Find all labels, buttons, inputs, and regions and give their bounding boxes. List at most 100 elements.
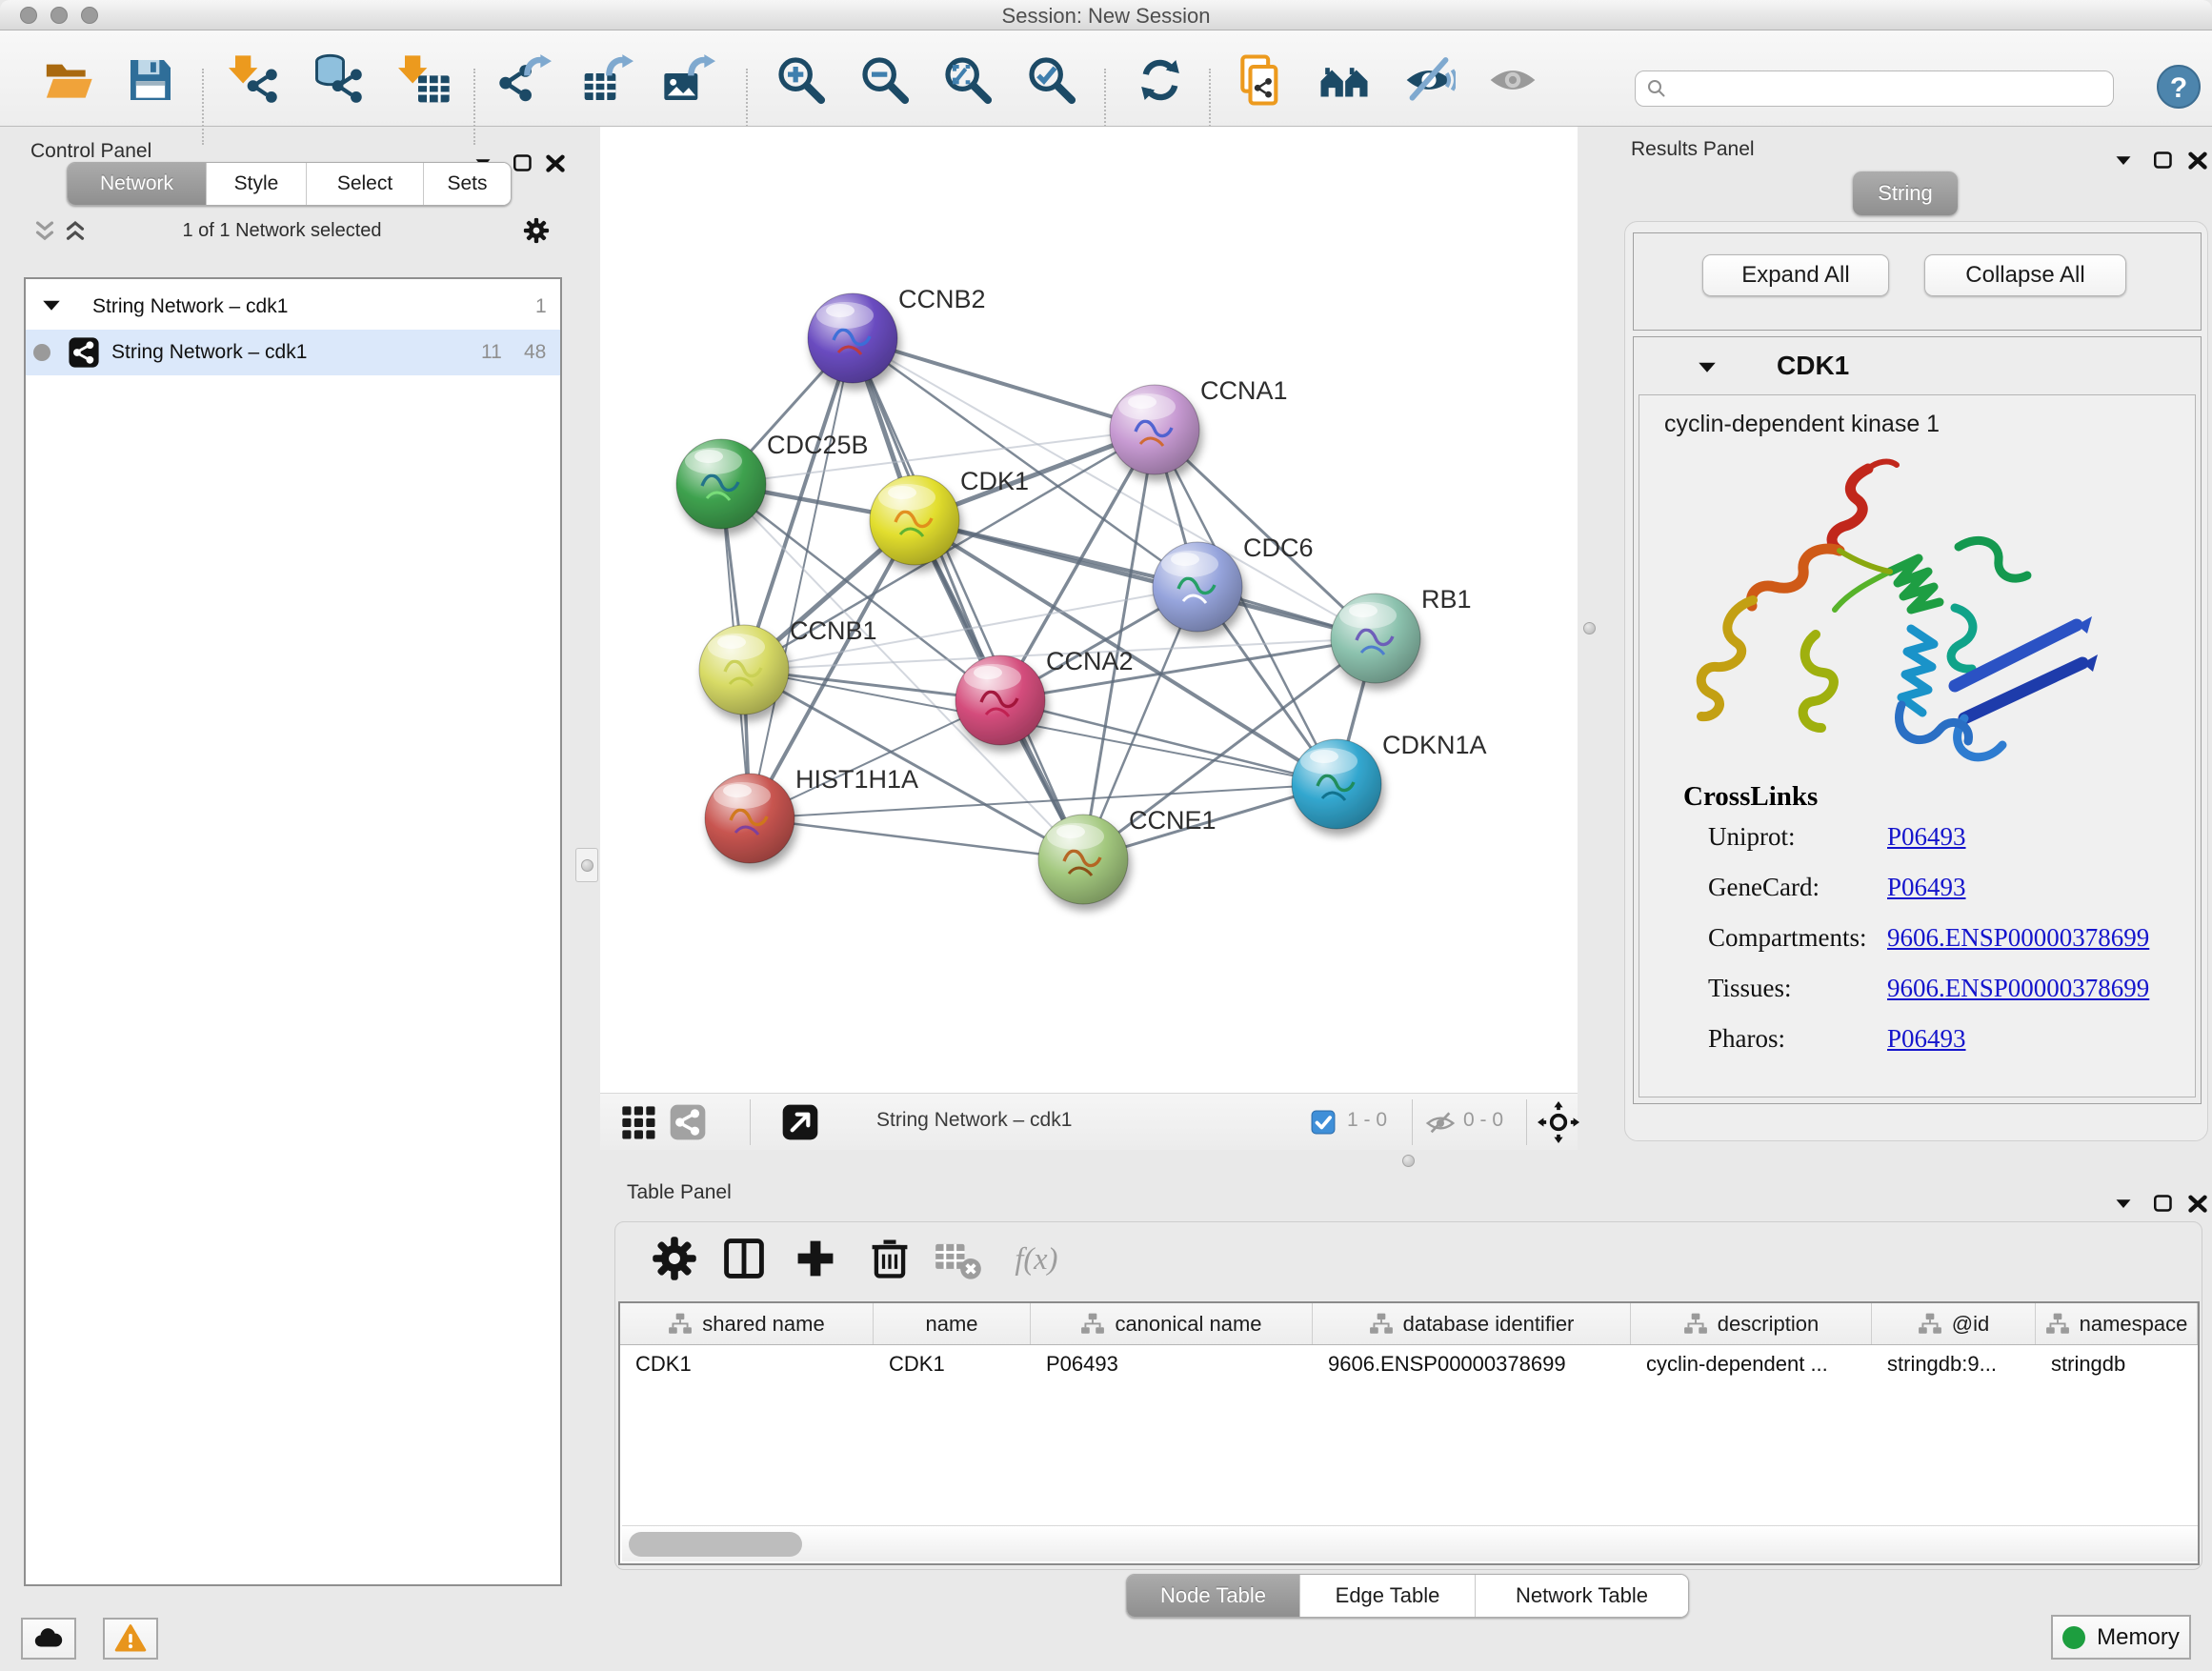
toolbar-button-zoom-selected[interactable] bbox=[1025, 53, 1078, 107]
table-toolbar-table-delete-gray-button[interactable] bbox=[934, 1234, 983, 1283]
toolbar-button-export-table[interactable] bbox=[580, 53, 633, 107]
fit-selection-crosshair-icon[interactable] bbox=[1538, 1101, 1579, 1143]
column-header-canonical-name[interactable]: canonical name bbox=[1031, 1303, 1313, 1344]
table-horizontal-scrollbar[interactable] bbox=[622, 1525, 2200, 1561]
table-row[interactable]: CDK1CDK1P064939606.ENSP00000378699cyclin… bbox=[620, 1345, 2200, 1383]
column-header-description[interactable]: description bbox=[1631, 1303, 1872, 1344]
toolbar-button-export-network[interactable] bbox=[498, 53, 552, 107]
toolbar-button-copy-style[interactable] bbox=[1234, 53, 1287, 107]
network-node-CCNE1[interactable]: CCNE1 bbox=[1038, 806, 1217, 904]
toolbar-button-hide-selected[interactable] bbox=[1402, 53, 1456, 107]
network-edge-CCNB2-CCNA1[interactable] bbox=[853, 338, 1155, 430]
network-node-CDC25B[interactable]: CDC25B bbox=[676, 431, 869, 529]
results-panel-close-icon[interactable] bbox=[2183, 146, 2212, 174]
left-splitter-handle[interactable] bbox=[575, 848, 598, 882]
table-cell[interactable]: CDK1 bbox=[620, 1345, 874, 1383]
tab-style[interactable]: Style bbox=[207, 163, 307, 205]
tab-select[interactable]: Select bbox=[307, 163, 424, 205]
tab-sets[interactable]: Sets bbox=[424, 163, 511, 205]
warning-status-button[interactable] bbox=[103, 1618, 158, 1660]
node-results-box: CDK1 cyclin-dependent kinase 1 bbox=[1633, 336, 2202, 1104]
table-panel-menu-caret-icon[interactable] bbox=[2109, 1189, 2138, 1218]
network-node-CCNA1[interactable]: CCNA1 bbox=[1110, 376, 1288, 474]
control-panel-title: Control Panel bbox=[30, 140, 151, 163]
network-node-RB1[interactable]: RB1 bbox=[1331, 585, 1472, 683]
birdseye-view-icon[interactable] bbox=[781, 1103, 819, 1141]
table-cell[interactable]: CDK1 bbox=[874, 1345, 1031, 1383]
network-canvas[interactable]: CCNB2 CCNA1 CDC25B CDK1 bbox=[600, 127, 1578, 1093]
tab-network-table[interactable]: Network Table bbox=[1476, 1575, 1688, 1617]
table-toolbar-plus-button[interactable] bbox=[791, 1234, 840, 1283]
column-header--id[interactable]: @id bbox=[1872, 1303, 2036, 1344]
warning-icon bbox=[114, 1622, 147, 1655]
control-panel-close-icon[interactable] bbox=[541, 149, 570, 177]
toolbar-button-zoom-fit[interactable] bbox=[941, 53, 995, 107]
toolbar-button-save-session[interactable] bbox=[124, 53, 177, 107]
control-panel-float-icon[interactable] bbox=[509, 149, 537, 177]
right-splitter-handle[interactable] bbox=[1583, 622, 1596, 634]
table-cell[interactable]: cyclin-dependent ... bbox=[1631, 1345, 1872, 1383]
tab-edge-table[interactable]: Edge Table bbox=[1300, 1575, 1476, 1617]
grid-view-icon[interactable] bbox=[619, 1103, 657, 1141]
results-panel-menu-caret-icon[interactable] bbox=[2109, 146, 2138, 174]
toolbar-button-zoom-out[interactable] bbox=[858, 53, 912, 107]
cloud-status-button[interactable] bbox=[21, 1618, 76, 1660]
memory-button[interactable]: Memory bbox=[2051, 1615, 2191, 1660]
network-column-icon bbox=[1080, 1312, 1105, 1337]
section-collapse-caret-icon[interactable] bbox=[1693, 354, 1721, 383]
table-toolbar-gear-black-button[interactable] bbox=[650, 1234, 699, 1283]
tab-network[interactable]: Network bbox=[68, 163, 207, 205]
tab-string[interactable]: String bbox=[1853, 171, 1958, 215]
column-header-database-identifier[interactable]: database identifier bbox=[1313, 1303, 1631, 1344]
toolbar-button-import-network-database[interactable] bbox=[313, 53, 367, 107]
crosslink-link[interactable]: P06493 bbox=[1887, 1024, 1966, 1054]
network-tree-root-row[interactable]: String Network – cdk1 1 bbox=[26, 284, 560, 330]
table-toolbar-fx-button[interactable]: f(x) bbox=[1011, 1234, 1060, 1283]
column-header-shared-name[interactable]: shared name bbox=[620, 1303, 874, 1344]
table-cell[interactable]: stringdb:9... bbox=[1872, 1345, 2036, 1383]
toolbar-button-zoom-in[interactable] bbox=[774, 53, 828, 107]
toolbar-button-show-all[interactable] bbox=[1486, 53, 1539, 107]
toolbar-button-import-table-file[interactable] bbox=[398, 53, 452, 107]
network-edge-HIST1H1A-CCNE1[interactable] bbox=[750, 818, 1083, 859]
share-view-icon[interactable] bbox=[669, 1103, 707, 1141]
network-node-CCNA2[interactable]: CCNA2 bbox=[955, 647, 1134, 745]
tree-expand-caret-icon[interactable] bbox=[37, 292, 66, 321]
toolbar-button-open-file[interactable] bbox=[41, 53, 94, 107]
table-toolbar-trash-button[interactable] bbox=[865, 1234, 915, 1283]
toolbar-button-first-neighbors[interactable] bbox=[1317, 53, 1371, 107]
horizontal-splitter-handle[interactable] bbox=[1402, 1155, 1415, 1167]
selected-checkbox-icon[interactable] bbox=[1311, 1110, 1336, 1135]
table-panel-close-icon[interactable] bbox=[2183, 1189, 2212, 1218]
column-header-name[interactable]: name bbox=[874, 1303, 1031, 1344]
network-options-gear-icon[interactable] bbox=[522, 216, 551, 245]
expand-all-button[interactable]: Expand All bbox=[1702, 254, 1889, 296]
network-edge-CCNB2-HIST1H1A[interactable] bbox=[750, 338, 853, 818]
results-panel-float-icon[interactable] bbox=[2149, 146, 2178, 174]
search-input[interactable] bbox=[1635, 70, 2114, 107]
crosslink-link[interactable]: P06493 bbox=[1887, 873, 1966, 902]
column-header-namespace[interactable]: namespace bbox=[2036, 1303, 2198, 1344]
table-cell[interactable]: P06493 bbox=[1031, 1345, 1313, 1383]
node-label-CCNE1: CCNE1 bbox=[1129, 806, 1217, 835]
results-panel: Results Panel String Expand All Collapse… bbox=[1619, 127, 2212, 1175]
network-tree-child-row[interactable]: String Network – cdk1 11 48 bbox=[26, 330, 560, 375]
table-toolbar-columns-button[interactable] bbox=[719, 1234, 769, 1283]
table-cell[interactable]: 9606.ENSP00000378699 bbox=[1313, 1345, 1631, 1383]
scrollbar-thumb[interactable] bbox=[629, 1532, 802, 1557]
table-cell[interactable]: stringdb bbox=[2036, 1345, 2198, 1383]
toolbar-button-refresh-view[interactable] bbox=[1134, 53, 1187, 107]
tab-node-table[interactable]: Node Table bbox=[1127, 1575, 1300, 1617]
search-field[interactable] bbox=[1668, 74, 2113, 103]
toolbar-button-export-image[interactable] bbox=[662, 53, 715, 107]
toolbar-button-import-network-file[interactable] bbox=[229, 53, 282, 107]
network-node-CDKN1A[interactable]: CDKN1A bbox=[1292, 731, 1487, 829]
table-panel-float-icon[interactable] bbox=[2149, 1189, 2178, 1218]
crosslink-link[interactable]: P06493 bbox=[1887, 822, 1966, 852]
cdk1-section-header[interactable]: CDK1 bbox=[1634, 337, 2201, 393]
network-node-CCNB2[interactable]: CCNB2 bbox=[808, 285, 986, 383]
crosslink-link[interactable]: 9606.ENSP00000378699 bbox=[1887, 923, 2149, 953]
crosslink-link[interactable]: 9606.ENSP00000378699 bbox=[1887, 974, 2149, 1003]
collapse-all-button[interactable]: Collapse All bbox=[1924, 254, 2126, 296]
help-button[interactable]: ? bbox=[2157, 65, 2201, 109]
